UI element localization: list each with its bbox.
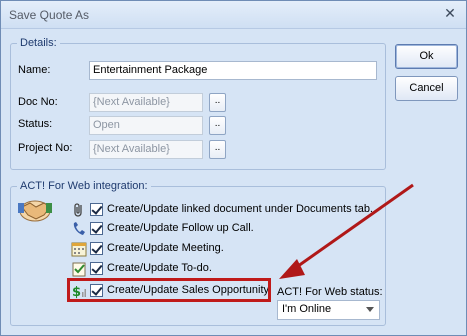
act-status-select[interactable]: I'm Online <box>277 300 380 320</box>
act-status-label: ACT! For Web status: <box>277 286 383 298</box>
checkbox-follow-up-call[interactable] <box>90 222 103 235</box>
handshake-icon <box>18 200 52 222</box>
arrow-annotation <box>279 183 414 279</box>
cancel-button[interactable]: Cancel <box>395 76 458 101</box>
docno-label: Doc No: <box>18 96 58 108</box>
option-label: Create/Update Meeting. <box>107 242 224 254</box>
paperclip-icon <box>74 203 82 217</box>
option-label: Create/Update Follow up Call. <box>107 222 254 234</box>
integration-legend: ACT! For Web integration: <box>17 180 151 192</box>
checkbox-linked-document[interactable] <box>90 203 103 216</box>
title-bar: Save Quote As ✕ <box>1 1 466 29</box>
status-browse-button[interactable]: .. <box>209 116 226 135</box>
dialog-title: Save Quote As <box>9 8 90 22</box>
close-icon[interactable]: ✕ <box>442 6 458 22</box>
docno-browse-button[interactable]: .. <box>209 93 226 112</box>
save-quote-dialog: Save Quote As ✕ Details: Name: Entertain… <box>0 0 467 336</box>
calendar-icon <box>71 242 87 257</box>
docno-field[interactable]: {Next Available} <box>89 93 203 112</box>
checkbox-todo[interactable] <box>90 262 103 275</box>
phone-icon <box>73 222 85 235</box>
projectno-label: Project No: <box>18 142 73 154</box>
name-field[interactable]: Entertainment Package <box>89 61 377 80</box>
projectno-field[interactable]: {Next Available} <box>89 140 203 159</box>
highlight-annotation <box>67 278 271 302</box>
ok-button[interactable]: Ok <box>395 44 458 69</box>
option-label: Create/Update To-do. <box>107 262 212 274</box>
checkbox-meeting[interactable] <box>90 242 103 255</box>
status-label: Status: <box>18 118 53 130</box>
status-field[interactable]: Open <box>89 116 203 135</box>
name-label: Name: <box>18 64 51 76</box>
act-status-value: I'm Online <box>282 303 332 315</box>
todo-icon <box>72 262 86 277</box>
chevron-down-icon <box>366 307 374 312</box>
projectno-browse-button[interactable]: .. <box>209 140 226 159</box>
details-legend: Details: <box>17 37 60 49</box>
